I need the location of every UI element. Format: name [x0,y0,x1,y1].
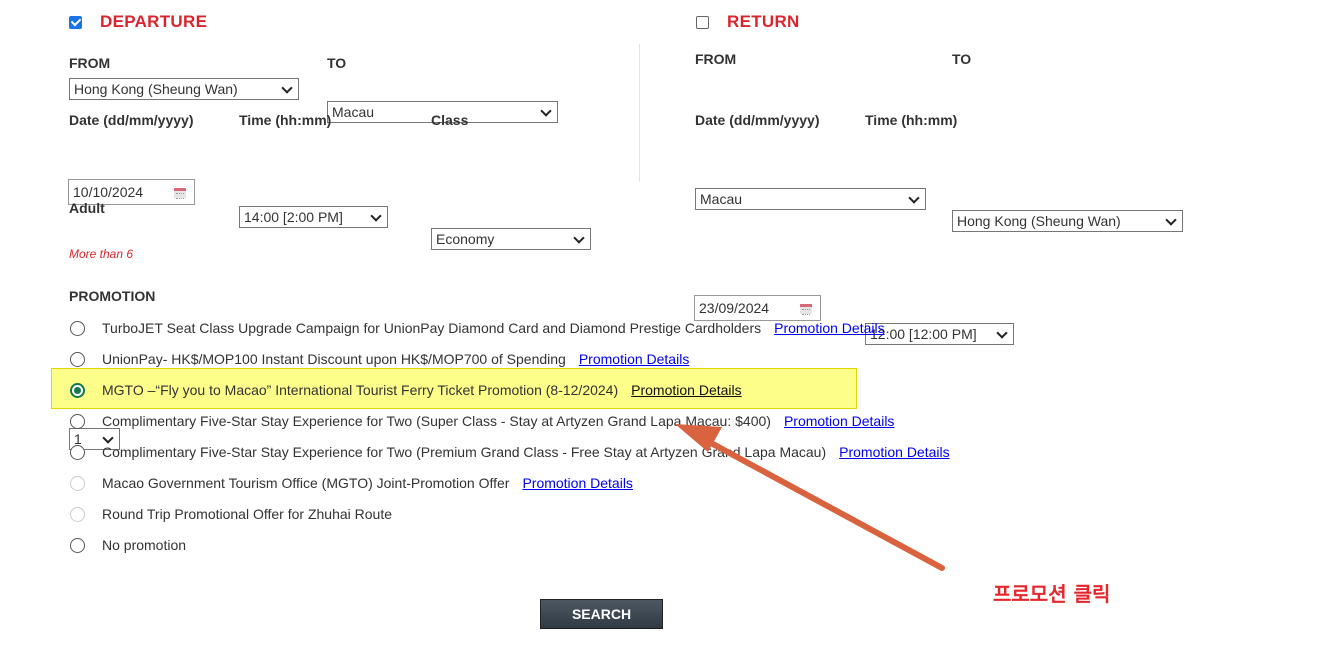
arrow-shaft [697,434,945,571]
annotation-arrow [675,424,945,571]
annotation-text: 프로모션 클릭 [993,582,1111,606]
